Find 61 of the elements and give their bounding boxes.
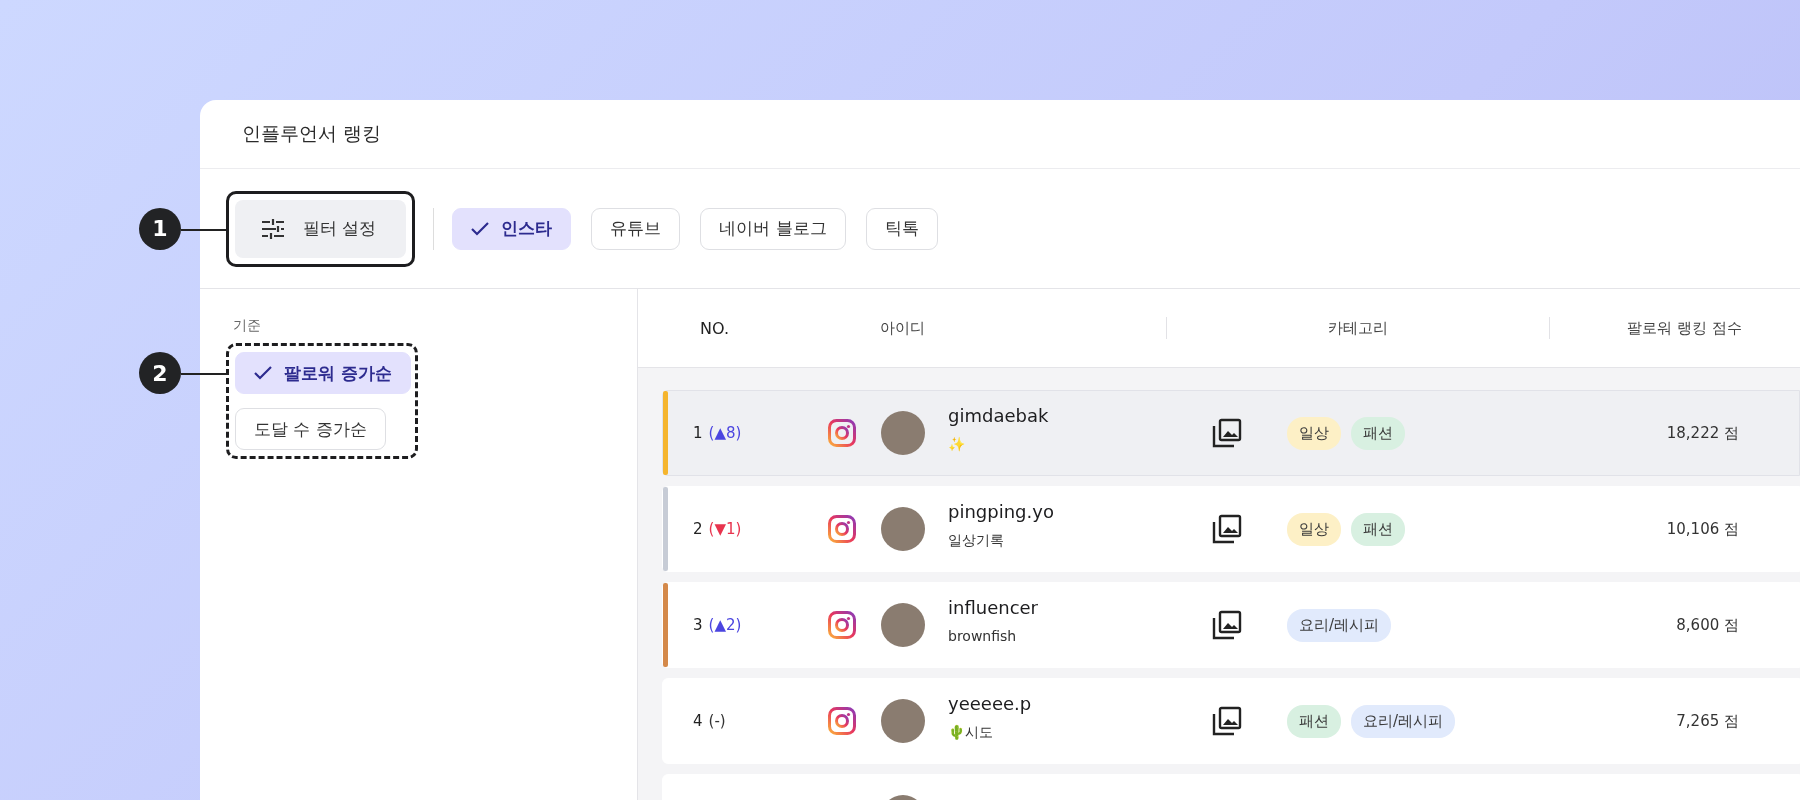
sort-option[interactable]: 도달 수 증가순 xyxy=(235,408,386,450)
camera-icon xyxy=(828,515,856,543)
rank-change: (▲8) xyxy=(708,424,742,442)
avatar-photo-placeholder xyxy=(881,699,925,743)
user-id: pingping.yo xyxy=(948,501,1055,522)
category-tag: 요리/레시피 xyxy=(1287,608,1392,642)
user-id: gimdaebak xyxy=(948,405,1050,426)
column-header: NO. xyxy=(700,318,730,338)
rank-change: (▼1) xyxy=(708,520,742,538)
gallery-icon xyxy=(1212,610,1242,640)
window-title: 인플루언서 랭킹 xyxy=(242,121,382,146)
table-row[interactable]: 2 (▼1) pingping.yo 일상기록 일상 패션 10,106 점 xyxy=(662,486,1800,572)
sliders-icon xyxy=(261,217,285,240)
table-row[interactable]: 3 (▲2) influencer brownfish 요리/레시피 8,600 점 xyxy=(662,582,1800,668)
user-id: yeeeee.p xyxy=(948,693,1033,714)
camera-icon xyxy=(828,611,856,639)
table-row[interactable]: 4 (-) yeeeee.p 🌵시도 패션 요리/레시피 7,265 점 xyxy=(662,678,1800,764)
sort-option[interactable]: 팔로워 증가순 xyxy=(235,352,411,394)
rank-number: 2 xyxy=(693,520,703,538)
step-marker: 1 xyxy=(139,207,181,250)
platform-tab[interactable]: 인스타 xyxy=(452,207,572,250)
platform-tab[interactable]: 유튜브 xyxy=(591,207,681,250)
category-tag: 패션 xyxy=(1351,512,1405,546)
score-value: 18,222 점 xyxy=(1666,423,1739,442)
criteria-label: 기준 xyxy=(232,317,261,335)
platform-tab[interactable]: 틱톡 xyxy=(865,207,938,250)
rank-number: 1 xyxy=(693,424,703,442)
gallery-icon xyxy=(1212,514,1242,544)
avatar-photo-placeholder xyxy=(881,507,925,551)
column-header: 아이디 xyxy=(880,318,926,338)
rank-change: (-) xyxy=(708,712,726,730)
user-bio: 🌵시도 xyxy=(948,724,994,742)
column-header: 팔로워 랭킹 점수 xyxy=(1626,318,1743,338)
category-tag: 패션 xyxy=(1287,704,1341,738)
user-bio: ✨ xyxy=(948,436,966,452)
user-bio: 일상기록 xyxy=(948,532,1005,550)
user-id: influencer xyxy=(948,597,1039,618)
filter-button[interactable]: 필터 설정 xyxy=(235,199,407,258)
score-value: 7,265 점 xyxy=(1676,711,1739,730)
check-icon xyxy=(471,221,490,236)
avatar-photo-placeholder xyxy=(881,411,925,455)
camera-icon xyxy=(828,419,856,447)
category-tag: 패션 xyxy=(1351,416,1405,450)
category-tag: 일상 xyxy=(1287,416,1341,450)
rank-number: 3 xyxy=(693,616,703,634)
camera-icon xyxy=(828,707,856,735)
user-bio: brownfish xyxy=(948,628,1018,644)
rank-change: (▲2) xyxy=(708,616,742,634)
score-value: 10,106 점 xyxy=(1666,519,1739,538)
category-tag: 일상 xyxy=(1287,512,1341,546)
rank-number: 4 xyxy=(693,712,703,730)
column-header: 카테고리 xyxy=(1327,318,1389,338)
step-marker: 2 xyxy=(139,352,181,394)
category-tag: 요리/레시피 xyxy=(1351,704,1456,738)
score-value: 8,600 점 xyxy=(1676,615,1739,634)
gallery-icon xyxy=(1212,418,1242,448)
check-icon xyxy=(254,366,272,380)
platform-tab[interactable]: 네이버 블로그 xyxy=(700,207,846,250)
table-row[interactable]: 1 (▲8) gimdaebak ✨ 일상 패션 18,222 점 xyxy=(662,390,1800,476)
gallery-icon xyxy=(1212,706,1242,736)
avatar-photo-placeholder xyxy=(881,603,925,647)
